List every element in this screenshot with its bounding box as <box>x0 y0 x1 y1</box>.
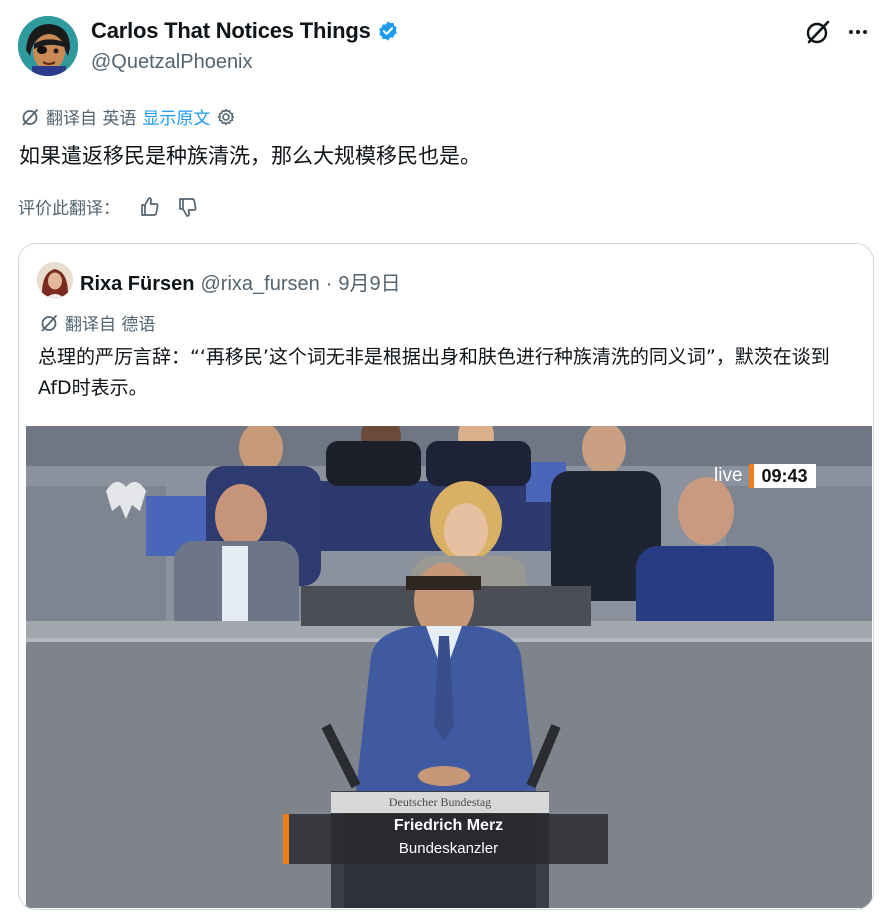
quote-author-avatar[interactable] <box>37 262 73 298</box>
show-original-link[interactable]: 显示原文 <box>142 104 210 129</box>
translate-grok-icon <box>22 108 38 125</box>
author-name-row: Carlos That Notices Things <box>91 18 399 44</box>
live-indicator: live 09:43 <box>714 464 816 488</box>
caption-name: Friedrich Merz <box>393 817 504 834</box>
quote-author-handle[interactable]: @rixa_fursen <box>200 273 319 296</box>
quote-translation-row: 翻译自 德语 <box>39 310 155 335</box>
author-handle[interactable]: @QuetzalPhoenix <box>91 51 253 74</box>
quote-date[interactable]: 9月9日 <box>338 267 400 296</box>
video-player[interactable]: live 09:43 Deutscher Bundestag Friedrich… <box>26 426 872 908</box>
verified-badge-icon <box>378 21 397 41</box>
author-display-name[interactable]: Carlos That Notices Things <box>91 18 371 44</box>
avatar-eyepatch-icon <box>18 16 78 76</box>
translate-grok-icon <box>41 314 57 331</box>
quote-text: 总理的严厉言辞：“‘再移民’这个词无非是根据出身和肤色进行种族清洗的同义词”，默… <box>38 346 830 399</box>
live-time: 09:43 <box>753 464 816 488</box>
tweet-text: 如果遣返移民是种族清洗，那么大规模移民也是。 <box>19 144 481 168</box>
grok-icon[interactable] <box>804 18 832 46</box>
more-dots-icon[interactable] <box>843 19 873 45</box>
thumbs-up-icon[interactable] <box>138 195 162 219</box>
quote-author-name[interactable]: Rixa Fürsen <box>80 273 194 296</box>
rate-translation-row: 评价此翻译： <box>18 194 200 219</box>
gear-icon[interactable] <box>216 107 236 127</box>
quote-translated-from: 翻译自 德语 <box>65 315 156 335</box>
quote-header: Rixa Fürsen @rixa_fursen · 9月9日 <box>80 267 401 296</box>
quote-separator: · <box>325 273 333 295</box>
live-label: live <box>714 465 743 486</box>
rate-translation-label: 评价此翻译： <box>18 199 120 219</box>
podium-label: Deutscher Bundestag <box>331 792 549 813</box>
translation-row: 翻译自 英语 显示原文 <box>20 104 236 129</box>
avatar-woman-icon <box>37 262 73 298</box>
author-avatar[interactable] <box>18 16 78 76</box>
translated-from-label: 翻译自 英语 <box>46 109 137 129</box>
thumbs-down-icon[interactable] <box>176 195 200 219</box>
speaker-caption: Friedrich Merz Bundeskanzler <box>283 814 608 864</box>
caption-title: Bundeskanzler <box>398 840 499 857</box>
quoted-tweet-card[interactable]: Rixa Fürsen @rixa_fursen · 9月9日 翻译自 德语 总… <box>18 243 874 910</box>
